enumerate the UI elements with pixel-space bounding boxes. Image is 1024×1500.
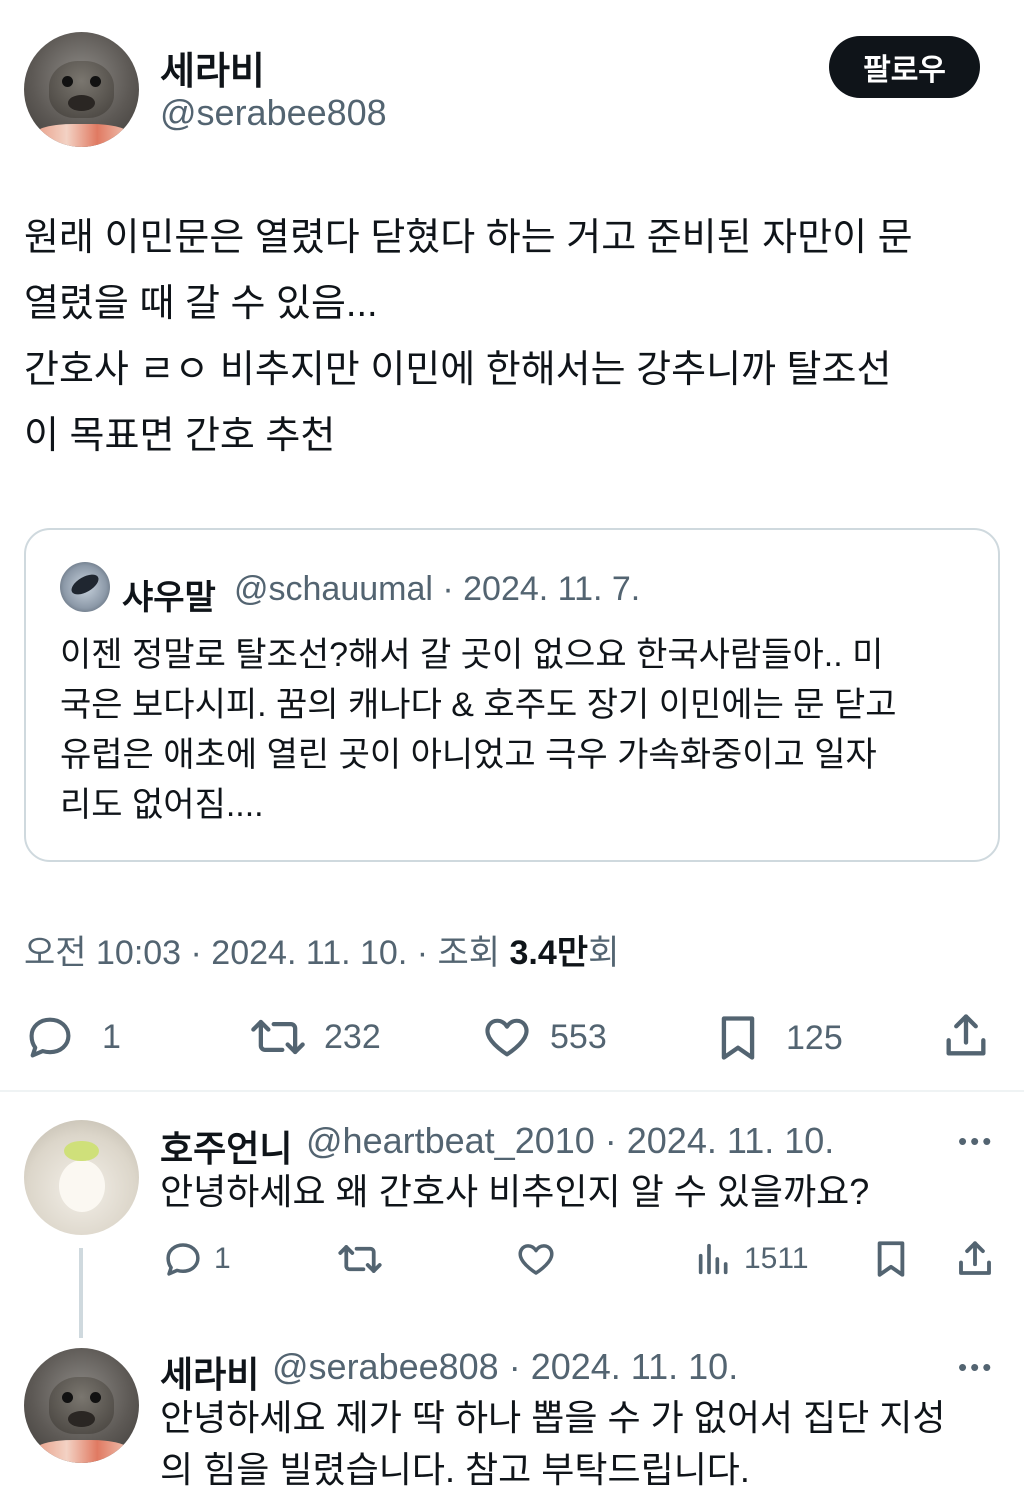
speech-bubble-icon (166, 1243, 200, 1276)
reply-count: 1 (102, 1017, 121, 1056)
like-button[interactable]: 553 (480, 1011, 607, 1063)
bookmark-count: 125 (786, 1018, 843, 1057)
reply-text-line: 안녕하세요 제가 딱 하나 뽑을 수 가 없어서 집단 지성 (160, 1397, 946, 1438)
avatar-eye (61, 75, 74, 88)
reply-reply-button[interactable]: 1 (162, 1238, 231, 1280)
tweet-timestamp-views: 오전 10:03 · 2024. 11. 10. · 조회 3.4만회 (24, 925, 619, 974)
tweet-text-line: 이 목표면 간호 추천 (24, 415, 336, 457)
bookmark-icon (721, 1016, 755, 1060)
reply-text: 안녕하세요 왜 간호사 비추인지 알 수 있을까요? (160, 1166, 869, 1218)
reply-text-line: 안녕하세요 왜 간호사 비추인지 알 수 있을까요? (160, 1171, 870, 1212)
author-avatar[interactable] (24, 32, 139, 147)
tweet-text: 원래 이민문은 열렸다 닫혔다 하는 거고 준비된 자만이 문 열렸을 때 갈 … (24, 205, 1004, 469)
quoted-tweet-meta: @schauumal · 2024. 11. 7. (234, 570, 641, 608)
reply-author-name[interactable]: 호주언니 (160, 1120, 292, 1172)
quoted-text-line: 국은 보다시피. 꿈의 캐나다 & 호주도 장기 이민에는 문 닫고 (60, 686, 897, 724)
share-icon (946, 1014, 986, 1056)
author-name[interactable]: 세라비 (160, 40, 265, 95)
like-count: 553 (550, 1017, 607, 1056)
bar-chart-icon (698, 1243, 728, 1275)
reply-author-avatar[interactable] (24, 1120, 139, 1235)
reply-text-line: 의 힘을 빌렸습니다. 참고 부탁드립니다. (160, 1449, 750, 1490)
retweet-icon (251, 1019, 305, 1055)
tweet-text-line: 원래 이민문은 열렸다 닫혔다 하는 거고 준비된 자만이 문 (24, 217, 913, 259)
avatar-eye (89, 1391, 102, 1404)
reply-share-button[interactable] (954, 1236, 996, 1282)
quoted-author-name: 샤우말 (122, 579, 216, 617)
tweet-detail-page: 세라비 @serabee808 팔로우 원래 이민문은 열렸다 닫혔다 하는 거… (0, 0, 1024, 1500)
reply-text: 안녕하세요 제가 딱 하나 뽑을 수 가 없어서 집단 지성 의 힘을 빌렸습니… (160, 1392, 946, 1496)
quoted-text-line: 유럽은 애초에 열린 곳이 아니었고 극우 가속화중이고 일자 (60, 736, 877, 774)
bookmark-button[interactable]: 125 (712, 1011, 843, 1065)
heart-icon (518, 1244, 554, 1275)
reply-author-avatar[interactable] (24, 1348, 139, 1463)
reply-button[interactable]: 1 (24, 1011, 121, 1063)
more-options-icon[interactable]: ••• (958, 1352, 994, 1383)
tweet-text-line: 간호사 ㄹㅇ 비추지만 이민에 한해서는 강추니까 탈조선 (24, 349, 892, 391)
reply-reply-count: 1 (214, 1242, 231, 1275)
avatar-eye (89, 75, 102, 88)
quoted-author-avatar (60, 562, 110, 612)
retweet-count: 232 (324, 1017, 381, 1056)
reply-meta: @serabee808 · 2024. 11. 10. (272, 1346, 739, 1387)
more-options-icon[interactable]: ••• (958, 1126, 994, 1157)
retweet-icon (338, 1245, 382, 1273)
quoted-tweet-text: 이젠 정말로 탈조선?해서 갈 곳이 없으요 한국사람들아.. 미 국은 보다시… (60, 630, 980, 830)
quoted-text-line: 이젠 정말로 탈조선?해서 갈 곳이 없으요 한국사람들아.. 미 (60, 636, 884, 674)
bookmark-icon (877, 1241, 905, 1277)
retweet-button[interactable]: 232 (248, 1011, 381, 1063)
author-handle[interactable]: @serabee808 (160, 92, 387, 134)
avatar-food (35, 1440, 128, 1463)
thread-connector (79, 1248, 83, 1338)
view-suffix: 회 (588, 934, 620, 972)
section-divider (0, 1090, 1024, 1092)
share-button[interactable] (940, 1009, 992, 1063)
reply-author-name[interactable]: 세라비 (160, 1346, 259, 1398)
reply-view-count: 1511 (744, 1242, 809, 1275)
avatar-food (35, 124, 128, 147)
avatar-eye (61, 1391, 74, 1404)
heart-icon (485, 1018, 529, 1057)
tweet-timestamp[interactable]: 오전 10:03 · 2024. 11. 10. · 조회 (24, 934, 510, 972)
share-icon (959, 1241, 991, 1275)
reply-bookmark-button[interactable] (870, 1236, 912, 1282)
quoted-text-line: 리도 없어짐.... (60, 786, 264, 824)
quoted-tweet-card[interactable]: 샤우말 @schauumal · 2024. 11. 7. 이젠 정말로 탈조선… (24, 528, 1000, 862)
follow-button[interactable]: 팔로우 (829, 36, 980, 98)
reply-meta: @heartbeat_2010 · 2024. 11. 10. (306, 1120, 835, 1161)
view-count: 3.4만 (509, 934, 589, 972)
speech-bubble-icon (29, 1017, 71, 1058)
tweet-text-line: 열렸을 때 갈 수 있음... (24, 283, 378, 325)
reply-views-button[interactable]: 1511 (694, 1238, 809, 1280)
reply-like-button[interactable] (514, 1238, 558, 1280)
tweet-action-bar: 1 232 553 125 (0, 1005, 1024, 1069)
reply-retweet-button[interactable] (336, 1238, 384, 1280)
